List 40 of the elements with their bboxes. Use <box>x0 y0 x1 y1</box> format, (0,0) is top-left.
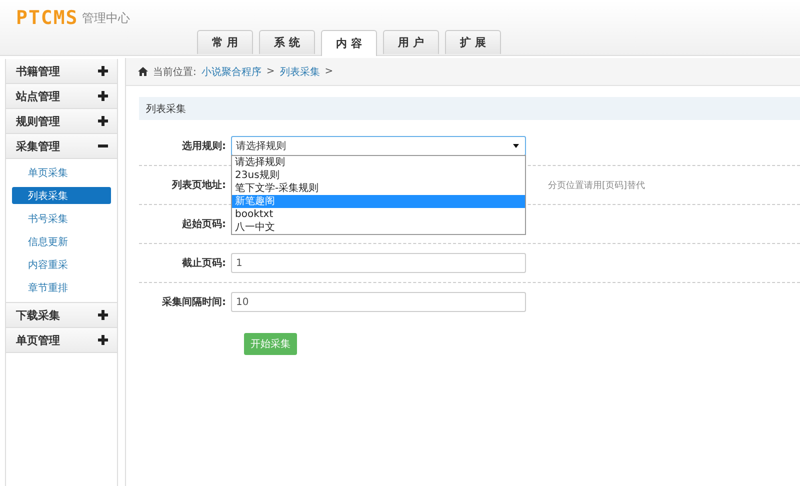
nav-tab[interactable]: 内 容 <box>321 30 377 56</box>
nav-tab[interactable]: 常 用 <box>197 30 253 54</box>
breadcrumb-label: 当前位置: <box>153 66 196 78</box>
breadcrumb-separator: > <box>266 66 275 77</box>
logo-subtitle: 管理中心 <box>82 10 130 26</box>
sidebar-item[interactable]: 内容重采 <box>12 256 111 273</box>
sidebar-item[interactable]: 书号采集 <box>12 210 111 227</box>
input-field[interactable]: 10 <box>231 292 526 312</box>
field-label: 列表页地址: <box>170 178 227 192</box>
sidebar-group[interactable]: 书籍管理 <box>6 59 117 84</box>
sidebar-group[interactable]: 采集管理 <box>6 134 117 159</box>
field-label: 采集间隔时间: <box>161 296 227 309</box>
dropdown-option[interactable]: 23us规则 <box>232 169 525 182</box>
breadcrumb-separator: > <box>324 66 334 77</box>
dropdown-option[interactable]: 请选择规则 <box>232 156 525 169</box>
field-label: 截止页码: <box>181 256 227 270</box>
dropdown-option[interactable]: booktxt <box>232 208 525 221</box>
panel-title: 列表采集 <box>139 97 800 120</box>
field-label: 起始页码: <box>181 218 227 231</box>
sidebar-item[interactable]: 列表采集 <box>12 187 111 204</box>
field-label: 选用规则: <box>181 140 227 153</box>
input-field[interactable]: 1 <box>231 253 526 273</box>
dropdown-option[interactable]: 笔下文学-采集规则 <box>232 182 525 195</box>
logo: PTCMS <box>16 8 78 28</box>
sidebar-item[interactable]: 信息更新 <box>12 233 111 250</box>
sidebar-item[interactable]: 章节重排 <box>12 279 111 296</box>
caret-icon <box>513 144 519 148</box>
nav-tab[interactable]: 系 统 <box>259 30 315 54</box>
nav-tab[interactable]: 用 户 <box>383 30 439 54</box>
sidebar-group[interactable]: 下载采集 <box>6 303 117 328</box>
sidebar-group[interactable]: 站点管理 <box>6 84 117 109</box>
sidebar-group[interactable]: 规则管理 <box>6 109 117 134</box>
sidebar-group[interactable]: 单页管理 <box>6 328 117 353</box>
breadcrumb-link[interactable]: 小说聚合程序 <box>201 64 262 78</box>
field-hint: 分页位置请用[页码]替代 <box>548 180 646 192</box>
sidebar-item[interactable]: 单页采集 <box>12 164 111 181</box>
nav-tab[interactable]: 扩 展 <box>445 30 501 54</box>
home-icon <box>138 67 148 76</box>
breadcrumb-link[interactable]: 列表采集 <box>280 64 320 78</box>
dropdown-option[interactable]: 八一中文 <box>232 221 525 234</box>
